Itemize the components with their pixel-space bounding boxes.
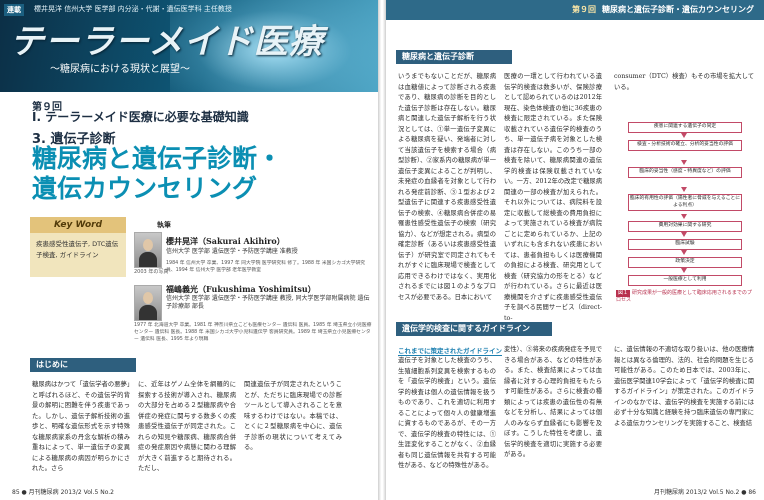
figure-tag: 図１ [616,290,631,297]
running-header-installment: 第９回 [572,5,596,14]
intro-column-2: に、近年はゲノム全体を網羅的に探索する技術が導入され、糖尿病の大部分を占める２型… [138,381,236,472]
avatar [143,239,153,251]
figure-caption: 図１ 研究成果が一般的医療として臨床応用されるまでのプロセス [616,290,756,304]
running-header: 第９回 糖尿病と遺伝子診断・遺伝カウンセリング [386,0,764,20]
flow-arrow-icon [681,232,687,237]
genetic-diagnosis-column-2: 医療の一環として行われている遺伝学的検査は数多いが、保険診療として認められている… [504,73,602,322]
author-photo-2 [134,285,162,321]
flow-step-7: 政策決定 [628,257,742,268]
flow-step-8: 一般医療として利用 [628,275,742,286]
flow-arrow-icon [681,133,687,138]
sub-section-heading: これまでに策定されたガイドライン [398,347,502,356]
flow-step-3: 臨床的妥当性（感度・特異度など）の評価 [628,167,742,178]
flow-step-1: 疾患に関連する遺伝子の同定 [628,122,742,133]
flow-step-4: 臨床的有用性の評価（陽性者に脅威を与えることによる利点） [628,194,742,211]
section-heading-guideline: 遺伝学的検査に関するガイドライン [396,322,552,336]
author-bio-2: 1977 年 北海道大学 卒業。1981 年 神奈川県立こども医療センター 遺伝… [134,323,372,342]
series-subtitle: 〜糖尿病における現状と展望〜 [50,64,190,75]
intro-column-3: 関連遺伝子が同定されたということが、ただちに臨床現場での診断ツールとして導入され… [244,381,342,451]
part-heading: I. テーラーメイド医療に必要な基礎知識 [32,110,249,124]
page-footer-left: 85 ● 月刊糖尿病 2013/2 Vol.5 No.2 [12,489,114,496]
author-name-1: 櫻井晃洋（Sakurai Akihiro） [166,236,285,246]
series-banner: 連載 櫻井晃洋 信州大学 医学部 内分泌・代謝・遺伝医学科 主任教授 テーラーメ… [0,0,378,92]
genetic-diagnosis-column-3: consumer（DTC）検査）もその市場を拡大している。 [614,73,754,91]
guideline-column-1: 遺伝子を対象とした検査のうち、生殖細胞系列変異を検索するものを「遺伝学的検査」と… [398,357,496,469]
guideline-column-2: 変性）、③将来の疾病発症を予見できる場合がある、などの特性がある。また、検査結果… [504,346,602,458]
left-page: 連載 櫻井晃洋 信州大学 医学部 内分泌・代謝・遺伝医学科 主任教授 テーラーメ… [0,0,378,500]
flow-step-6: 臨床試験 [628,239,742,250]
flow-step-5: 費用対効果に関する研究 [628,221,742,232]
section-heading-genetic-diagnosis: 糖尿病と遺伝子診断 [396,50,512,64]
flow-arrow-icon [681,268,687,273]
flow-arrow-icon [681,160,687,165]
keyword-body: 疾患感受性遺伝子, DTC遺伝子検査, ガイドライン [36,240,119,259]
keyword-title: Key Word [30,217,126,233]
author-affiliation-1: 信州大学 医学部 遺伝医学・予防医学講座 准教授 [166,248,298,255]
author-bio-1: 1984 年 信州大学 卒業、1997 年 同大学院 医学研究科 修了。1988… [166,261,366,273]
guideline-column-3: に、遺伝情報の不適切な取り扱いは、他の医療情報とは異なる倫理的、法的、社会的問題… [614,346,754,427]
flow-arrow-icon [681,187,687,192]
figure-caption-text: 研究成果が一般的医療として臨床応用されるまでのプロセス [616,290,752,303]
photo-caption: 2003 年の写真 [134,269,169,275]
figure-1-flowchart: 疾患に関連する遺伝子の同定 検査・分析技術の確立、分析的妥当性の評価 臨床的妥当… [614,118,754,288]
author-label: 執筆 [157,221,171,229]
keyword-box: Key Word 疾患感受性遺伝子, DTC遺伝子検査, ガイドライン [30,217,126,277]
flow-arrow-icon [681,250,687,255]
article-title-line-2: 遺伝カウンセリング [32,174,258,203]
flow-arrow-icon [681,214,687,219]
series-title: テーラーメイド医療 [10,22,324,62]
flow-step-2: 検査・分析技術の確立、分析的妥当性の評価 [628,140,742,151]
page-gutter [378,0,386,500]
avatar [143,292,153,304]
page-footer-right: 月刊糖尿病 2013/2 Vol.5 No.2 ● 86 [654,489,756,496]
intro-column-1: 糖尿病はかつて「遺伝学者の悪夢」と呼ばれるほど、その遺伝学的背景の解明に困難を伴… [32,381,130,472]
running-header-title: 糖尿病と遺伝子診断・遺伝カウンセリング [602,5,754,14]
author-name-2: 福嶋義光（Fukushima Yoshimitsu） [166,284,316,294]
author-photo-1 [134,232,162,268]
section-heading-introduction: はじめに [30,358,136,372]
series-author: 櫻井晃洋 信州大学 医学部 内分泌・代謝・遺伝医学科 主任教授 [34,5,232,13]
article-title: 糖尿病と遺伝子診断・ 遺伝カウンセリング [32,144,362,204]
genetic-diagnosis-column-1: いうまでもないことだが、糖尿病は血糖値によって診断される疾患であり、糖尿病の診断… [398,73,496,301]
author-affiliation-2: 信州大学 医学部 遺伝医学・予防医学講座 教授, 同大学医学部附属病院 遺伝子診… [166,295,370,310]
article-title-line-1: 糖尿病と遺伝子診断・ [32,144,283,173]
right-page: 第９回 糖尿病と遺伝子診断・遺伝カウンセリング 糖尿病と遺伝子診断 いうまでもな… [386,0,764,500]
